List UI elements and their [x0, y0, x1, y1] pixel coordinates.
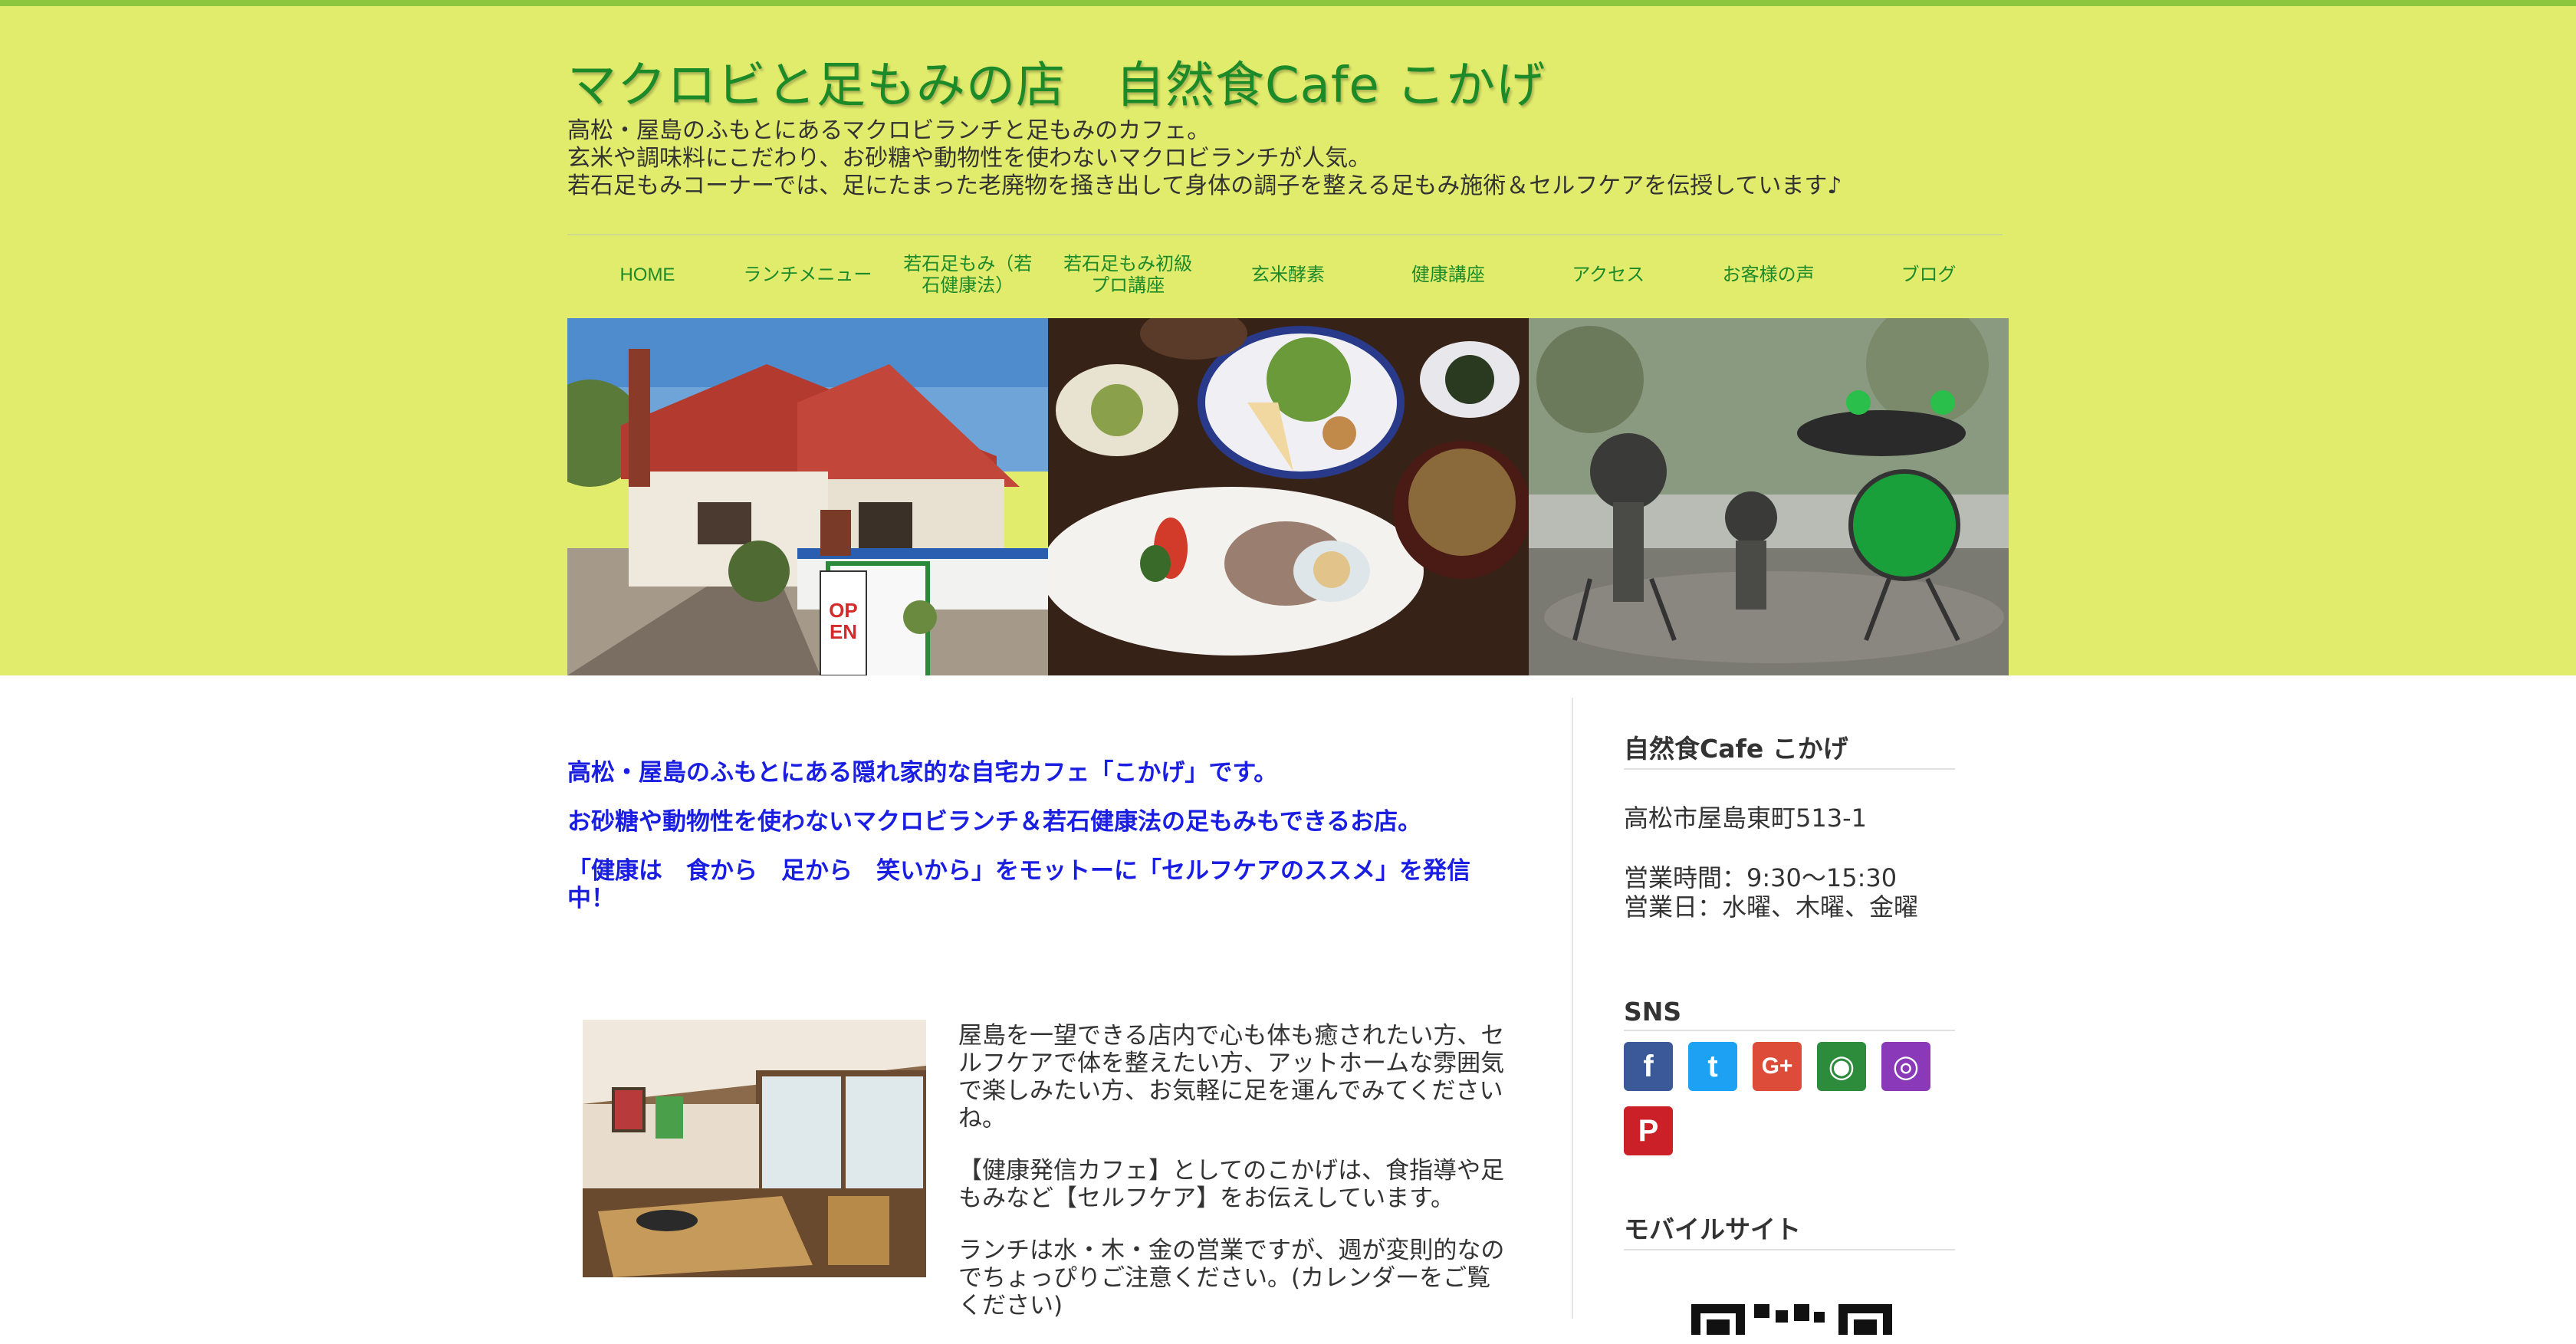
sidebar-divider — [1572, 698, 1573, 1319]
pinterest-icon[interactable]: P — [1624, 1106, 1673, 1155]
nav-item-health-lecture[interactable]: 健康講座 — [1368, 251, 1528, 299]
hero-image-strip: OP EN — [567, 318, 2009, 675]
tagline-line: 玄米や調味料にこだわり、お砂糖や動物性を使わないマクロビランチが人気。 — [567, 145, 1372, 172]
ameba-icon[interactable]: ◉ — [1817, 1042, 1866, 1091]
description-paragraph: 屋島を一望できる店内で心も体も癒されたい方、セルフケアで体を整えたい方、アットホ… — [958, 1022, 1505, 1132]
top-accent-line — [0, 0, 2576, 6]
macrobiotic-lunch-photo — [1048, 318, 1529, 675]
twitter-icon[interactable]: t — [1688, 1042, 1737, 1091]
nav-item-access[interactable]: アクセス — [1528, 251, 1688, 299]
svg-text:OP: OP — [829, 599, 858, 622]
sns-heading: SNS — [1624, 997, 1955, 1031]
intro-line: 「健康は 食から 足から 笑いから」をモットーに「セルフケアのススメ」を発信中！ — [567, 857, 1470, 912]
svg-text:EN: EN — [830, 620, 857, 643]
intro-line: 高松・屋島のふもとにある隠れ家的な自宅カフェ「こかげ」です。 — [567, 759, 1278, 787]
business-days: 営業日：水曜、木曜、金曜 — [1624, 892, 1919, 922]
description-paragraph: 【健康発信カフェ】としてのこかげは、食指導や足もみなど【セルフケア】をお伝えして… — [958, 1157, 1505, 1212]
description-paragraph: ランチは水・木・金の営業ですが、週が変則的なのでちょっぴりご注意ください。(カレ… — [958, 1237, 1505, 1319]
sidebar: 自然食Cafe こかげ 高松市屋島東町513-1 営業時間：9:30〜15:30… — [1624, 728, 1955, 1335]
intro-text: 高松・屋島のふもとにある隠れ家的な自宅カフェ「こかげ」です。 お砂糖や動物性を使… — [567, 759, 1510, 912]
cafe-interior-photo — [583, 1020, 926, 1277]
tagline-line: 高松・屋島のふもとにあるマクロビランチと足もみのカフェ。 — [567, 117, 1211, 144]
google-plus-icon[interactable]: G+ — [1753, 1042, 1802, 1091]
frog-figurines-photo — [1529, 318, 2009, 675]
nav-item-foot-massage[interactable]: 若石足もみ（若石健康法） — [888, 251, 1048, 299]
business-hours: 営業時間：9:30〜15:30 — [1624, 863, 1898, 892]
mobile-site-heading: モバイルサイト — [1624, 1209, 1955, 1250]
cafe-house-photo: OP EN — [567, 318, 1048, 675]
qr-code[interactable] — [1691, 1304, 1892, 1335]
tagline-line: 若石足もみコーナーでは、足にたまった老廃物を掻き出して身体の調子を整える足もみ施… — [567, 173, 1842, 199]
shop-address: 高松市屋島東町513-1 — [1624, 803, 1867, 833]
nav-item-customer-voices[interactable]: お客様の声 — [1688, 251, 1848, 299]
main-content: 高松・屋島のふもとにある隠れ家的な自宅カフェ「こかげ」です。 お砂糖や動物性を使… — [567, 759, 1510, 934]
main-navigation: HOME ランチメニュー 若石足もみ（若石健康法） 若石足もみ初級プロ講座 玄米… — [567, 251, 2009, 299]
nav-item-blog[interactable]: ブログ — [1848, 251, 2009, 299]
site-tagline: 高松・屋島のふもとにあるマクロビランチと足もみのカフェ。 玄米や調味料にこだわり… — [567, 117, 2009, 200]
intro-line: お砂糖や動物性を使わないマクロビランチ＆若石健康法の足もみもできるお店。 — [567, 808, 1422, 836]
facebook-icon[interactable]: f — [1624, 1042, 1673, 1091]
nav-item-brown-rice-enzyme[interactable]: 玄米酵素 — [1208, 251, 1368, 299]
nav-item-lunch-menu[interactable]: ランチメニュー — [728, 251, 888, 299]
shop-info-heading: 自然食Cafe こかげ — [1624, 728, 1955, 770]
sns-links: f t G+ ◉ ◎ P — [1624, 1042, 1946, 1155]
nav-divider — [567, 234, 2003, 235]
instagram-icon[interactable]: ◎ — [1881, 1042, 1930, 1091]
nav-item-beginner-course[interactable]: 若石足もみ初級プロ講座 — [1048, 251, 1208, 299]
site-title[interactable]: マクロビと足もみの店 自然食Cafe こかげ — [567, 46, 1546, 117]
nav-item-home[interactable]: HOME — [567, 251, 728, 299]
shop-description: 屋島を一望できる店内で心も体も癒されたい方、セルフケアで体を整えたい方、アットホ… — [958, 1022, 1510, 1344]
